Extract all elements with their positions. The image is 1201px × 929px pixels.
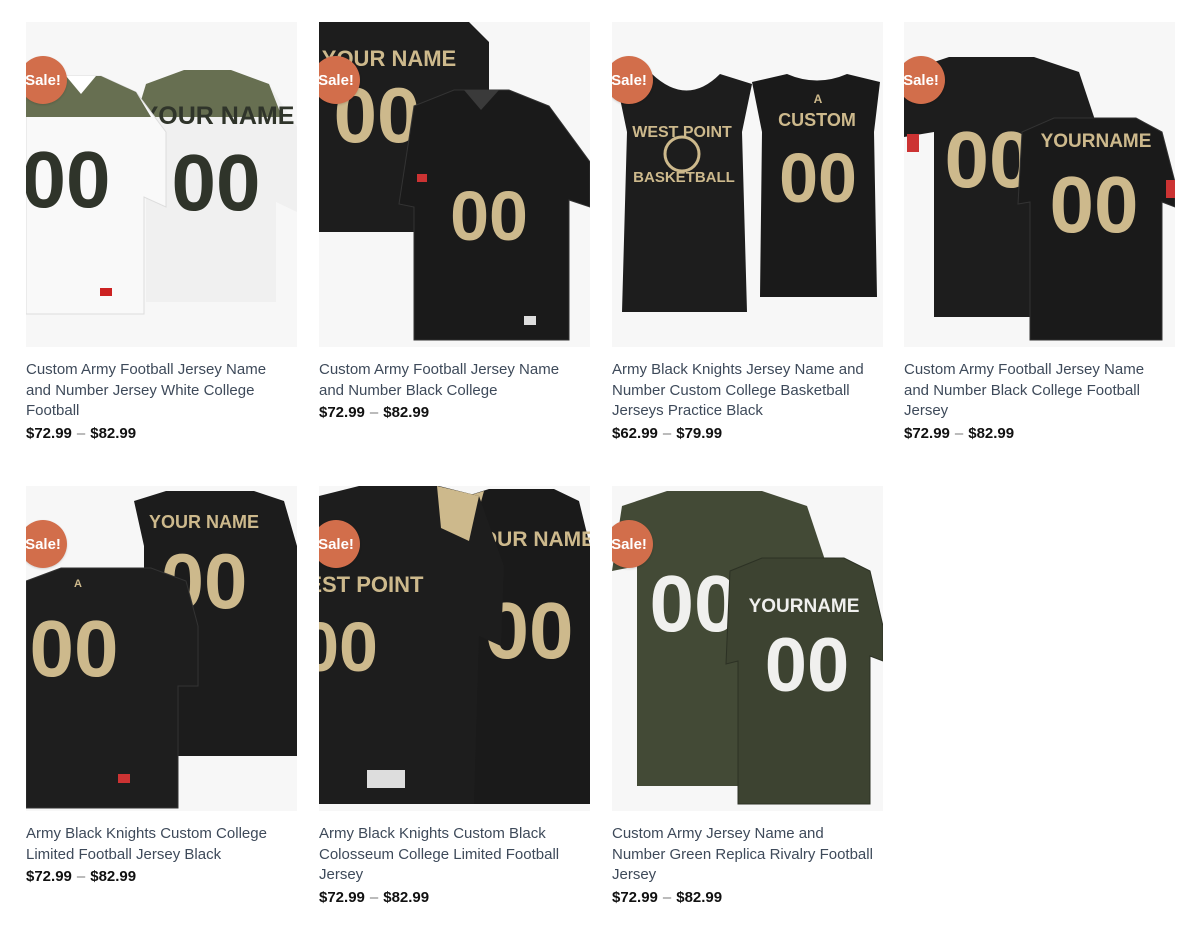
price-max: $82.99 xyxy=(90,868,137,886)
price-min: $72.99 xyxy=(26,868,72,886)
svg-text:WEST POINT: WEST POINT xyxy=(319,572,424,597)
price-separator: – xyxy=(76,424,86,442)
svg-text:00: 00 xyxy=(765,623,850,708)
price-max: $82.99 xyxy=(968,424,1015,442)
price-separator: – xyxy=(76,868,86,886)
product-price: $72.99– $82.99 xyxy=(612,888,884,908)
price-min: $72.99 xyxy=(319,404,365,422)
svg-text:00: 00 xyxy=(1050,160,1139,249)
product-price: $72.99– $82.99 xyxy=(319,403,591,423)
product-price: $72.99– $82.99 xyxy=(319,888,591,908)
price-max: $82.99 xyxy=(383,888,430,906)
product-card[interactable]: YOUR NAME 00 WEST POINT 00 Sale! Army Bl… xyxy=(319,486,591,908)
svg-text:00: 00 xyxy=(450,177,528,255)
product-card[interactable]: 00 YOURNAME 00 Sale! Custom Army Footbal… xyxy=(904,22,1176,444)
product-card[interactable]: YOUR NAME 00 00 Sale! Custom Army Footba… xyxy=(26,22,298,444)
price-max: $79.99 xyxy=(676,424,723,442)
product-title[interactable]: Army Black Knights Custom College Limite… xyxy=(26,824,288,865)
price-min: $72.99 xyxy=(319,888,365,906)
price-separator: – xyxy=(662,424,672,442)
product-title[interactable]: Custom Army Jersey Name and Number Green… xyxy=(612,824,874,886)
product-price: $72.99– $82.99 xyxy=(26,867,298,887)
svg-text:YOUR NAME: YOUR NAME xyxy=(142,102,295,130)
jersey-image: YOUR NAME 00 A 00 xyxy=(26,486,297,811)
price-min: $62.99 xyxy=(612,424,658,442)
price-separator: – xyxy=(369,404,379,422)
price-min: $72.99 xyxy=(26,424,72,442)
price-separator: – xyxy=(662,888,672,906)
svg-text:00: 00 xyxy=(650,559,739,648)
product-image[interactable]: YOUR NAME 00 WEST POINT 00 Sale! xyxy=(319,486,590,811)
product-title[interactable]: Custom Army Football Jersey Name and Num… xyxy=(904,360,1166,422)
product-card[interactable]: WEST POINT BASKETBALL A CUSTOM 00 Sale! … xyxy=(612,22,884,444)
price-max: $82.99 xyxy=(383,404,430,422)
product-price: $72.99– $82.99 xyxy=(26,424,298,444)
product-title[interactable]: Army Black Knights Custom Black Colosseu… xyxy=(319,824,581,886)
svg-text:00: 00 xyxy=(172,138,261,227)
product-title[interactable]: Custom Army Football Jersey Name and Num… xyxy=(26,360,288,422)
svg-text:A: A xyxy=(814,92,823,106)
svg-text:00: 00 xyxy=(779,139,857,217)
product-image[interactable]: 00 YOURNAME 00 Sale! xyxy=(904,22,1175,347)
jersey-image: 00 YOURNAME 00 xyxy=(904,22,1175,347)
price-min: $72.99 xyxy=(904,424,950,442)
product-image[interactable]: 00 YOURNAME 00 Sale! xyxy=(612,486,883,811)
price-max: $82.99 xyxy=(676,888,723,906)
product-card[interactable]: YOUR NAME 00 00 Sale! Custom Army Footba… xyxy=(319,22,591,423)
jersey-image: YOUR NAME 00 00 xyxy=(319,22,590,347)
svg-text:CUSTOM: CUSTOM xyxy=(778,110,856,130)
jersey-image: YOUR NAME 00 WEST POINT 00 xyxy=(319,486,590,811)
price-separator: – xyxy=(369,888,379,906)
svg-text:A: A xyxy=(74,578,82,590)
product-card[interactable]: 00 YOURNAME 00 Sale! Custom Army Jersey … xyxy=(612,486,884,908)
product-title[interactable]: Custom Army Football Jersey Name and Num… xyxy=(319,360,581,401)
product-image[interactable]: YOUR NAME 00 00 Sale! xyxy=(319,22,590,347)
product-image[interactable]: WEST POINT BASKETBALL A CUSTOM 00 Sale! xyxy=(612,22,883,347)
svg-text:00: 00 xyxy=(319,608,378,686)
jersey-image: YOUR NAME 00 00 xyxy=(26,22,297,347)
price-min: $72.99 xyxy=(612,888,658,906)
product-image[interactable]: YOUR NAME 00 A 00 Sale! xyxy=(26,486,297,811)
jersey-image: 00 YOURNAME 00 xyxy=(612,486,883,811)
price-separator: – xyxy=(954,424,964,442)
svg-text:00: 00 xyxy=(26,135,110,224)
product-card[interactable]: YOUR NAME 00 A 00 Sale! Army Black Knigh… xyxy=(26,486,298,887)
product-title[interactable]: Army Black Knights Jersey Name and Numbe… xyxy=(612,360,874,422)
svg-text:YOURNAME: YOURNAME xyxy=(749,596,860,617)
svg-text:YOUR NAME: YOUR NAME xyxy=(149,512,259,532)
product-price: $72.99– $82.99 xyxy=(904,424,1176,444)
svg-text:BASKETBALL: BASKETBALL xyxy=(633,169,735,186)
svg-text:YOURNAME: YOURNAME xyxy=(1041,131,1152,152)
product-price: $62.99– $79.99 xyxy=(612,424,884,444)
price-max: $82.99 xyxy=(90,424,137,442)
svg-text:00: 00 xyxy=(30,604,119,693)
jersey-image: WEST POINT BASKETBALL A CUSTOM 00 xyxy=(612,22,883,347)
product-image[interactable]: YOUR NAME 00 00 Sale! xyxy=(26,22,297,347)
